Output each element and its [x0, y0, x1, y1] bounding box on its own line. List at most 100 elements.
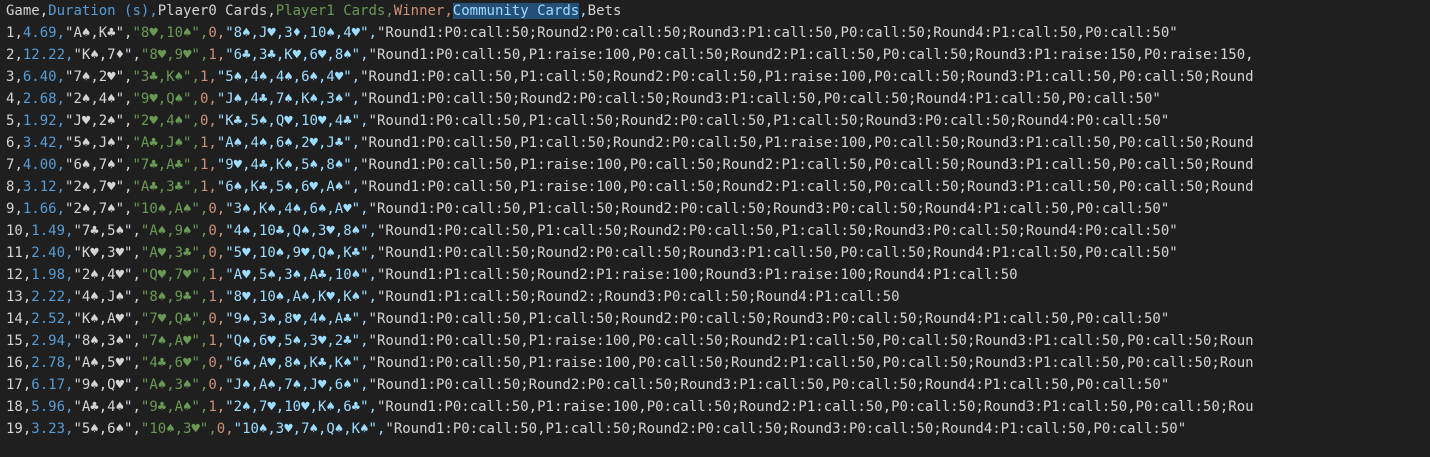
cell-duration: 12.22 [22, 47, 66, 63]
cell-bets: "Round1:P0:call:50,P1:call:50;Round2:P0:… [385, 421, 1187, 437]
table-row: 15,2.94,"8♠,3♠","7♠,A♥",1,"Q♠,6♥,5♠,3♥,2… [6, 333, 1254, 349]
cell-bets: "Round1:P1:call:50;Round2:P1:raise:100;R… [376, 267, 1018, 283]
cell-community-cards: "6♠,K♣,5♠,6♥,A♠" [216, 179, 352, 195]
cell-duration: 2.78 [31, 355, 66, 371]
cell-winner: 0 [208, 355, 217, 371]
header-duration: Duration (s) [48, 3, 150, 19]
cell-player1-cards: "4♣,6♥" [140, 355, 200, 371]
cell-bets: "Round1:P0:call:50,P1:raise:100,P0:call:… [360, 179, 1254, 195]
cell-player1-cards: "A♠,3♠" [140, 377, 200, 393]
table-row: 10,1.49,"7♣,5♠","A♠,9♠",0,"4♠,10♣,Q♠,3♥,… [6, 223, 1178, 239]
cell-player1-cards: "8♥,9♥" [140, 47, 200, 63]
cell-player1-cards: "7♠,A♥" [140, 333, 200, 349]
table-row: 1,4.69,"A♠,K♣","8♥,10♠",0,"8♠,J♥,3♦,10♠,… [6, 25, 1178, 41]
cell-duration: 1.66 [22, 201, 57, 217]
cell-game: 10 [6, 223, 23, 239]
table-row: 13,2.22,"4♠,J♠","8♠,9♣",1,"8♥,10♠,A♠,K♥,… [6, 289, 900, 305]
cell-community-cards: "9♠,3♠,8♥,4♠,A♣" [225, 311, 361, 327]
header-row: Game,Duration (s),Player0 Cards,Player1 … [6, 3, 622, 19]
cell-duration: 1.98 [31, 267, 66, 283]
cell-game: 19 [6, 421, 23, 437]
cell-player0-cards: "7♠,2♥" [65, 69, 125, 85]
table-row: 17,6.17,"9♠,Q♥","A♠,3♠",0,"J♠,A♠,7♠,J♥,6… [6, 377, 1170, 393]
cell-community-cards: "8♠,J♥,3♦,10♠,4♥" [225, 25, 369, 41]
cell-winner: 0 [208, 25, 217, 41]
cell-community-cards: "6♣,3♣,K♥,6♥,8♠" [225, 47, 361, 63]
cell-duration: 1.92 [22, 113, 57, 129]
cell-duration: 2.94 [31, 333, 66, 349]
cell-winner: 0 [208, 311, 217, 327]
cell-community-cards: "10♠,3♥,7♠,Q♠,K♠" [233, 421, 377, 437]
table-row: 4,2.68,"2♠,4♠","9♥,Q♠",0,"J♠,4♣,7♠,K♠,3♠… [6, 91, 1161, 107]
cell-bets: "Round1:P0:call:50;Round2:P0:call:50;Rou… [360, 91, 1161, 107]
cell-player1-cards: "A♥,3♣" [140, 245, 200, 261]
table-row: 11,2.40,"K♥,3♥","A♥,3♣",0,"5♥,10♠,9♥,Q♠,… [6, 245, 1178, 261]
cell-duration: 4.69 [22, 25, 57, 41]
cell-game: 18 [6, 399, 23, 415]
cell-player1-cards: "7♥,Q♣" [140, 311, 200, 327]
table-row: 19,3.23,"5♠,6♠","10♠,3♥",0,"10♠,3♥,7♠,Q♠… [6, 421, 1187, 437]
cell-player0-cards: "5♠,6♠" [73, 421, 133, 437]
cell-player0-cards: "2♠,7♥" [65, 179, 125, 195]
cell-game: 11 [6, 245, 23, 261]
cell-player0-cards: "6♠,7♠" [65, 157, 125, 173]
cell-duration: 5.96 [31, 399, 66, 415]
header-game: Game [6, 3, 40, 19]
cell-duration: 6.40 [22, 69, 57, 85]
cell-duration: 2.22 [31, 289, 66, 305]
header-player0-cards: Player0 Cards [157, 3, 268, 19]
cell-winner: 0 [216, 421, 226, 437]
table-row: 7,4.00,"6♠,7♠","7♣,A♣",1,"9♥,4♣,K♠,5♠,8♠… [6, 157, 1254, 173]
cell-player1-cards: "9♥,Q♠" [132, 91, 192, 107]
cell-player0-cards: "K♠,7♦" [73, 47, 133, 63]
cell-duration: 2.52 [31, 311, 66, 327]
cell-player1-cards: "8♥,10♠" [132, 25, 200, 41]
cell-player0-cards: "2♠,4♠" [65, 91, 125, 107]
cell-community-cards: "3♠,K♠,4♠,6♠,A♥" [225, 201, 361, 217]
cell-player1-cards: "9♣,A♠" [140, 399, 200, 415]
cell-game: 15 [6, 333, 23, 349]
cell-player1-cards: "A♠,9♠" [140, 223, 200, 239]
cell-player1-cards: "3♣,K♠" [132, 69, 192, 85]
cell-game: 12 [6, 267, 23, 283]
csv-editor[interactable]: Game,Duration (s),Player0 Cards,Player1 … [0, 0, 1430, 457]
cell-player0-cards: "J♥,2♠" [65, 113, 125, 129]
cell-winner: 1 [208, 289, 217, 305]
table-row: 12,1.98,"2♠,4♥","Q♥,7♥",1,"A♥,5♠,3♠,A♣,1… [6, 267, 1018, 283]
cell-duration: 3.12 [22, 179, 57, 195]
table-row: 2,12.22,"K♠,7♦","8♥,9♥",1,"6♣,3♣,K♥,6♥,8… [6, 47, 1254, 63]
cell-player1-cards: "10♠,A♠" [132, 201, 200, 217]
cell-duration: 6.17 [31, 377, 66, 393]
cell-community-cards: "8♥,10♠,A♠,K♥,K♠" [225, 289, 369, 305]
cell-winner: 1 [208, 267, 217, 283]
cell-game: 14 [6, 311, 23, 327]
table-row: 3,6.40,"7♠,2♥","3♣,K♠",1,"5♠,4♠,4♠,6♠,4♥… [6, 69, 1254, 85]
cell-player1-cards: "2♥,4♠" [132, 113, 192, 129]
cell-player0-cards: "2♠,7♠" [65, 201, 125, 217]
cell-community-cards: "9♥,4♣,K♠,5♠,8♠" [216, 157, 352, 173]
cell-bets: "Round1:P0:call:50,P1:raise:100,P0:call:… [368, 333, 1254, 349]
cell-duration: 3.42 [22, 135, 57, 151]
cell-player0-cards: "9♠,Q♥" [73, 377, 133, 393]
cell-community-cards: "A♥,5♠,3♠,A♣,10♠" [225, 267, 369, 283]
cell-game: 13 [6, 289, 23, 305]
cell-duration: 2.40 [31, 245, 66, 261]
cell-player0-cards: "2♠,4♥" [73, 267, 133, 283]
cell-community-cards: "5♠,4♠,4♠,6♠,4♥" [216, 69, 352, 85]
cell-duration: 4.00 [22, 157, 57, 173]
table-row: 6,3.42,"5♠,J♠","A♣,J♠",1,"A♠,4♠,6♠,2♥,J♣… [6, 135, 1254, 151]
cell-player0-cards: "7♣,5♠" [73, 223, 133, 239]
cell-bets: "Round1:P0:call:50,P1:call:50;Round2:P0:… [368, 201, 1170, 217]
cell-bets: "Round1:P0:call:50,P1:raise:100,P0:call:… [368, 47, 1254, 63]
cell-winner: 1 [208, 399, 217, 415]
cell-player1-cards: "8♠,9♣" [140, 289, 200, 305]
cell-bets: "Round1:P0:call:50,P1:call:50;Round2:P0:… [360, 135, 1254, 151]
cell-bets: "Round1:P0:call:50,P1:raise:100,P0:call:… [368, 355, 1254, 371]
cell-bets: "Round1:P0:call:50,P1:call:50;Round2:P0:… [368, 311, 1170, 327]
cell-duration: 1.49 [31, 223, 66, 239]
cell-player0-cards: "K♥,3♥" [73, 245, 133, 261]
cell-game: 17 [6, 377, 23, 393]
cell-player0-cards: "A♠,5♥" [73, 355, 133, 371]
cell-player1-cards: "Q♥,7♥" [140, 267, 200, 283]
cell-community-cards: "J♠,A♠,7♠,J♥,6♠" [225, 377, 361, 393]
